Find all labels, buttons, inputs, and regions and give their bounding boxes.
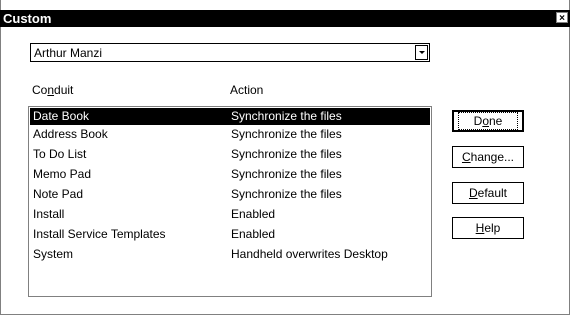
list-item[interactable]: Memo Pad Synchronize the files <box>30 166 430 183</box>
user-dropdown[interactable]: Arthur Manzi <box>30 43 430 62</box>
title-bar[interactable]: Custom × <box>0 10 570 27</box>
conduit-column-header: Conduit <box>32 83 73 97</box>
conduit-name: Install Service Templates <box>33 227 166 241</box>
list-item[interactable]: Date Book Synchronize the files <box>30 108 430 125</box>
chevron-down-icon[interactable] <box>415 45 428 60</box>
conduit-name: Date Book <box>33 109 90 123</box>
conduit-list[interactable]: Date Book Synchronize the files Address … <box>28 106 432 297</box>
conduit-name: Memo Pad <box>33 167 92 181</box>
list-item[interactable]: To Do List Synchronize the files <box>30 146 430 163</box>
default-mnemonic: D <box>468 186 478 200</box>
window-title: Custom <box>3 11 52 26</box>
help-button[interactable]: Help <box>452 217 524 239</box>
conduit-header-post: duit <box>54 83 74 97</box>
done-pre: D <box>473 114 483 128</box>
help-post: elp <box>484 221 501 235</box>
conduit-action: Synchronize the files <box>231 167 342 181</box>
conduit-action: Enabled <box>231 207 276 221</box>
conduit-name: To Do List <box>33 147 87 161</box>
list-item[interactable]: Install Enabled <box>30 206 430 223</box>
done-button-label: Done <box>457 112 519 130</box>
user-dropdown-value: Arthur Manzi <box>34 46 103 60</box>
close-icon[interactable]: × <box>556 12 568 24</box>
default-post: efault <box>477 186 508 200</box>
conduit-action: Synchronize the files <box>231 147 342 161</box>
conduit-name: System <box>33 247 74 261</box>
conduit-action: Synchronize the files <box>231 187 342 201</box>
list-item[interactable]: Note Pad Synchronize the files <box>30 186 430 203</box>
conduit-header-pre: Co <box>32 83 48 97</box>
change-button[interactable]: Change... <box>452 146 524 168</box>
done-mnemonic: o <box>482 114 489 128</box>
action-column-header: Action <box>230 83 264 97</box>
conduit-action: Enabled <box>231 227 276 241</box>
list-item[interactable]: System Handheld overwrites Desktop <box>30 246 430 263</box>
change-mnemonic: C <box>461 150 471 164</box>
change-post: hange... <box>470 150 515 164</box>
conduit-name: Address Book <box>33 127 108 141</box>
conduit-name: Install <box>33 207 65 221</box>
list-item[interactable]: Install Service Templates Enabled <box>30 226 430 243</box>
conduit-action: Synchronize the files <box>231 127 342 141</box>
done-post: ne <box>489 114 503 128</box>
conduit-name: Note Pad <box>33 187 84 201</box>
list-item[interactable]: Address Book Synchronize the files <box>30 126 430 143</box>
conduit-action: Synchronize the files <box>231 109 342 123</box>
default-button[interactable]: Default <box>452 182 524 204</box>
conduit-action: Handheld overwrites Desktop <box>231 247 388 261</box>
done-button[interactable]: Done <box>452 110 524 132</box>
